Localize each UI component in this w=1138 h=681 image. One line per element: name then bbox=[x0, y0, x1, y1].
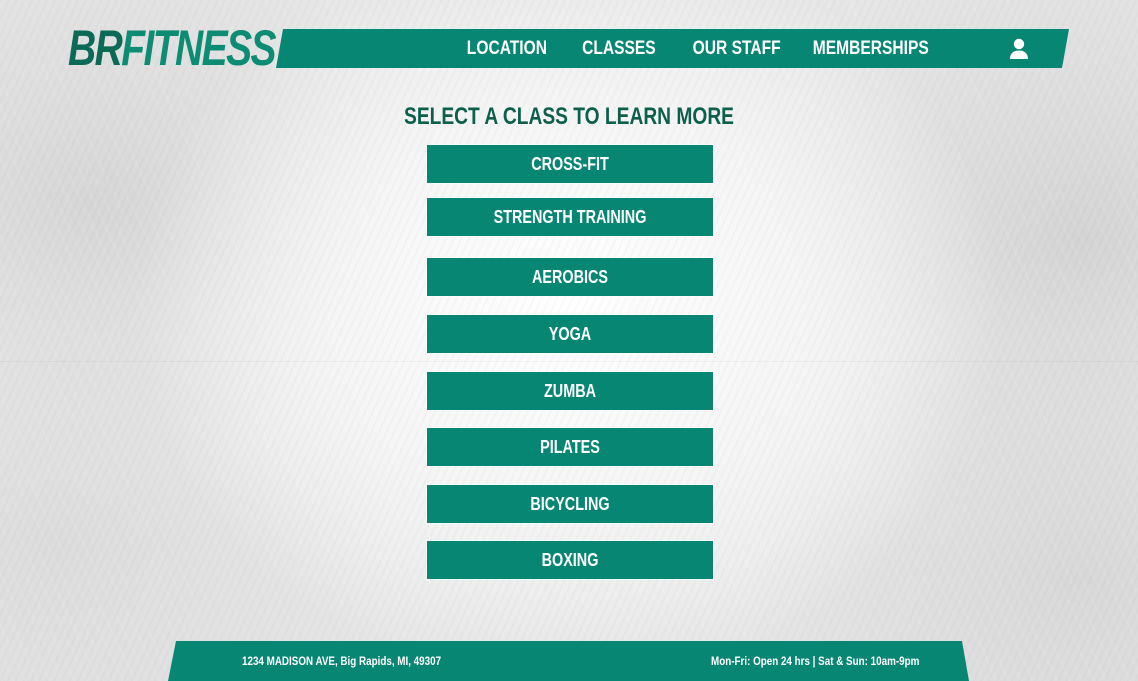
background-seam bbox=[0, 361, 1138, 362]
class-button-pilates[interactable]: PILATES bbox=[427, 428, 713, 466]
class-button-zumba[interactable]: ZUMBA bbox=[427, 372, 713, 410]
class-button-bicycling[interactable]: BICYCLING bbox=[427, 485, 713, 523]
class-button-label: YOGA bbox=[548, 324, 592, 344]
class-button-label: PILATES bbox=[540, 437, 600, 457]
class-button-label: AEROBICS bbox=[531, 267, 608, 287]
footer-address: 1234 MADISON AVE, Big Rapids, MI, 49307 bbox=[242, 654, 442, 668]
user-icon[interactable] bbox=[1009, 38, 1029, 60]
nav-item-location[interactable]: LOCATION bbox=[467, 29, 547, 68]
nav-item-classes[interactable]: CLASSES bbox=[582, 29, 656, 68]
class-button-strength-training[interactable]: STRENGTH TRAINING bbox=[427, 198, 713, 236]
nav-item-memberships[interactable]: MEMBERSHIPS bbox=[813, 29, 929, 68]
page-title: SELECT A CLASS TO LEARN MORE bbox=[404, 103, 734, 130]
footer-hours: Mon-Fri: Open 24 hrs | Sat & Sun: 10am-9… bbox=[711, 654, 920, 668]
class-button-label: BICYCLING bbox=[530, 494, 610, 514]
main-nav: LOCATION CLASSES OUR STAFF MEMBERSHIPS bbox=[276, 29, 1069, 68]
site-logo[interactable]: BR FITNESS bbox=[68, 20, 277, 76]
class-button-label: CROSS-FIT bbox=[531, 154, 609, 174]
class-button-label: BOXING bbox=[541, 550, 599, 570]
class-button-aerobics[interactable]: AEROBICS bbox=[427, 258, 713, 296]
site-footer: 1234 MADISON AVE, Big Rapids, MI, 49307 … bbox=[168, 641, 969, 681]
class-button-yoga[interactable]: YOGA bbox=[427, 315, 713, 353]
logo-fitness: FITNESS bbox=[121, 20, 276, 76]
class-button-label: ZUMBA bbox=[544, 381, 596, 401]
class-button-label: STRENGTH TRAINING bbox=[493, 207, 647, 227]
nav-item-our-staff[interactable]: OUR STAFF bbox=[693, 29, 781, 68]
class-button-boxing[interactable]: BOXING bbox=[427, 541, 713, 579]
logo-br: BR bbox=[68, 20, 123, 76]
class-button-cross-fit[interactable]: CROSS-FIT bbox=[427, 145, 713, 183]
